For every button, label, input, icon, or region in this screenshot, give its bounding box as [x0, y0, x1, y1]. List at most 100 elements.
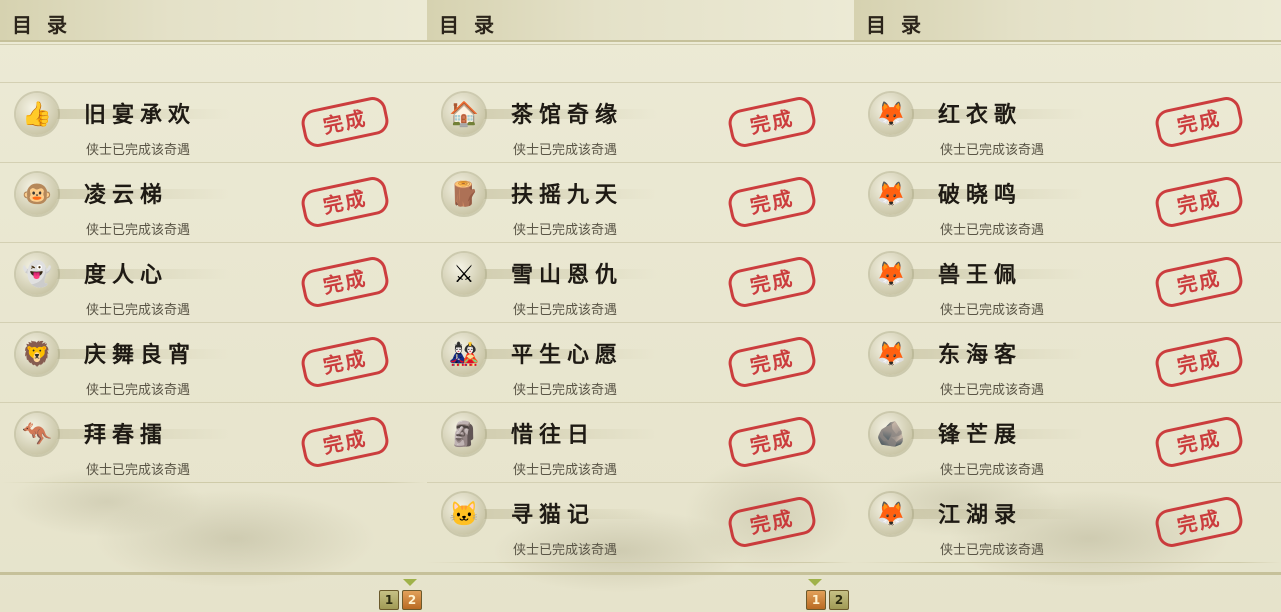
encounter-title: 旧宴承欢 [84, 102, 197, 128]
bottom-divider [0, 572, 427, 575]
encounter-status: 侠士已完成该奇遇 [940, 303, 1045, 318]
page-button-1[interactable]: 1 [379, 590, 399, 610]
completed-stamp: 完成 [298, 94, 392, 150]
encounter-title: 破晓鸣 [938, 182, 1023, 208]
encounter-entry[interactable]: 🐵 凌云梯侠士已完成该奇遇 完成 [0, 162, 427, 243]
fox-icon: 🦊 [870, 93, 912, 135]
pagination: 12 [806, 590, 849, 610]
encounter-title: 雪山恩仇 [511, 262, 624, 288]
encounter-status: 侠士已完成该奇遇 [513, 463, 618, 478]
encounter-title: 江湖录 [938, 502, 1023, 528]
teahouse-icon: 🏠 [443, 93, 485, 135]
encounter-entry[interactable]: 🏠 茶馆奇缘 侠士已完成该奇遇 完成 [427, 82, 854, 163]
completed-stamp: 完成 [1152, 254, 1246, 310]
fox-icon: 🦊 [870, 493, 912, 535]
completed-stamp: 完成 [1152, 334, 1246, 390]
encounter-status: 侠士已完成该奇遇 [86, 223, 191, 238]
completed-stamp: 完成 [725, 254, 819, 310]
encounter-entry[interactable]: 🎎 平生心愿侠士已完成该奇遇 完成 [427, 322, 854, 403]
encounter-status: 侠士已完成该奇遇 [940, 463, 1045, 478]
completed-stamp: 完成 [725, 334, 819, 390]
completed-stamp: 完成 [725, 414, 819, 470]
encounter-status: 侠士已完成该奇遇 [513, 543, 618, 558]
completed-stamp: 完成 [1152, 94, 1246, 150]
encounter-status: 侠士已完成该奇遇 [513, 143, 618, 158]
encounter-status: 侠士已完成该奇遇 [513, 223, 618, 238]
encounter-status: 侠士已完成该奇遇 [940, 223, 1045, 238]
encounter-title: 凌云梯 [84, 182, 169, 208]
fox-icon: 🦊 [870, 253, 912, 295]
encounter-status: 侠士已完成该奇遇 [86, 463, 191, 478]
encounter-status: 侠士已完成该奇遇 [940, 543, 1045, 558]
encounter-title: 锋芒展 [938, 422, 1023, 448]
encounter-entry[interactable]: 🦊 破晓鸣侠士已完成该奇遇 完成 [854, 162, 1281, 243]
panel-header: 目 录 [854, 0, 1281, 45]
fox-icon: 🦊 [870, 333, 912, 375]
encounter-entry[interactable]: 🐱 寻猫记 侠士已完成该奇遇 完成 [427, 482, 854, 563]
encounter-title: 扶摇九天 [511, 182, 624, 208]
encounter-status: 侠士已完成该奇遇 [940, 383, 1045, 398]
bottom-divider [427, 572, 854, 575]
encounter-entry[interactable]: 🦊 红衣歌 侠士已完成该奇遇 完成 [854, 82, 1281, 163]
completed-stamp: 完成 [725, 174, 819, 230]
thumbs-up-icon: 👍 [16, 93, 58, 135]
encounter-title: 拜春擂 [84, 422, 169, 448]
encounter-status: 侠士已完成该奇遇 [513, 303, 618, 318]
encounter-entry[interactable]: 👍 旧宴承欢侠士已完成该奇遇 完成 [0, 82, 427, 163]
encounter-title: 平生心愿 [511, 342, 624, 368]
encounter-title: 庆舞良宵 [84, 342, 197, 368]
encounter-entry[interactable]: 🦊 兽王佩侠士已完成该奇遇 完成 [854, 242, 1281, 323]
current-page-marker-icon [403, 579, 417, 586]
official-doll-icon: 🎎 [443, 333, 485, 375]
encounter-entry[interactable]: 👻 度人心侠士已完成该奇遇 完成 [0, 242, 427, 323]
panel-title: 目 录 [12, 13, 71, 37]
completed-stamp: 完成 [1152, 414, 1246, 470]
completed-stamp: 完成 [725, 494, 819, 550]
crossed-swords-icon: ⚔ [443, 253, 485, 295]
encounter-title: 兽王佩 [938, 262, 1023, 288]
encounter-title: 茶馆奇缘 [511, 102, 624, 128]
encounter-title: 红衣歌 [938, 102, 1023, 128]
completed-stamp: 完成 [1152, 494, 1246, 550]
page-button-2[interactable]: 2 [829, 590, 849, 610]
mask-icon: 🐵 [16, 173, 58, 215]
pagination: 12 [379, 590, 422, 610]
catalog-panel: 目 录 👍 旧宴承欢 侠士已完成该奇遇 完成 🐵 凌云梯 侠士已完成该奇遇 完成 👻 度人心 侠士已完… [0, 0, 428, 612]
encounter-status: 侠士已完成该奇遇 [86, 143, 191, 158]
panel-title: 目 录 [866, 13, 925, 37]
completed-stamp: 完成 [298, 174, 392, 230]
encounter-title: 度人心 [84, 262, 169, 288]
encounter-title: 寻猫记 [511, 502, 596, 528]
current-page-marker-icon [808, 579, 822, 586]
encounter-entry[interactable]: 🗿 惜往日侠士已完成该奇遇 完成 [427, 402, 854, 483]
page-button-2[interactable]: 2 [402, 590, 422, 610]
encounter-status: 侠士已完成该奇遇 [86, 383, 191, 398]
catalog-panel: 目 录 🦊 红衣歌 侠士已完成该奇遇 完成 🦊 破晓鸣 侠士已完成该奇遇 完成 🦊 兽王佩 侠士已完成… [854, 0, 1281, 612]
fox-icon: 🦊 [870, 173, 912, 215]
catalog-panel: 目 录 🏠 茶馆奇缘 侠士已完成该奇遇 完成 🪵 扶摇九天 侠士已完成该奇遇 完成 ⚔ 雪山恩仇 侠士… [427, 0, 855, 612]
encounter-entry[interactable]: ⚔ 雪山恩仇侠士已完成该奇遇 完成 [427, 242, 854, 323]
completed-stamp: 完成 [1152, 174, 1246, 230]
page-button-1[interactable]: 1 [806, 590, 826, 610]
panel-title: 目 录 [439, 13, 498, 37]
completed-stamp: 完成 [298, 334, 392, 390]
panel-header: 目 录 [0, 0, 427, 45]
lion-dance-icon: 🦁 [16, 333, 58, 375]
encounter-status: 侠士已完成该奇遇 [86, 303, 191, 318]
encounter-entry[interactable]: 🦘 拜春擂 侠士已完成该奇遇 完成 [0, 402, 427, 483]
encounter-entry[interactable]: 🪨 锋芒展侠士已完成该奇遇 完成 [854, 402, 1281, 483]
panel-header: 目 录 [427, 0, 854, 45]
ghost-icon: 👻 [16, 253, 58, 295]
wooden-post-icon: 🪵 [443, 173, 485, 215]
encounter-title: 惜往日 [511, 422, 596, 448]
encounter-entry[interactable]: 🪵 扶摇九天侠士已完成该奇遇 完成 [427, 162, 854, 243]
encounter-title: 东海客 [938, 342, 1023, 368]
completed-stamp: 完成 [298, 254, 392, 310]
encounter-entry[interactable]: 🦊 江湖录侠士已完成该奇遇 完成 [854, 482, 1281, 563]
encounter-entry[interactable]: 🦊 东海客侠士已完成该奇遇 完成 [854, 322, 1281, 403]
encounter-status: 侠士已完成该奇遇 [513, 383, 618, 398]
encounter-entry[interactable]: 🦁 庆舞良宵侠士已完成该奇遇 完成 [0, 322, 427, 403]
bottom-divider [854, 572, 1281, 575]
green-orb-icon: 🪨 [870, 413, 912, 455]
golden-statue-icon: 🗿 [443, 413, 485, 455]
